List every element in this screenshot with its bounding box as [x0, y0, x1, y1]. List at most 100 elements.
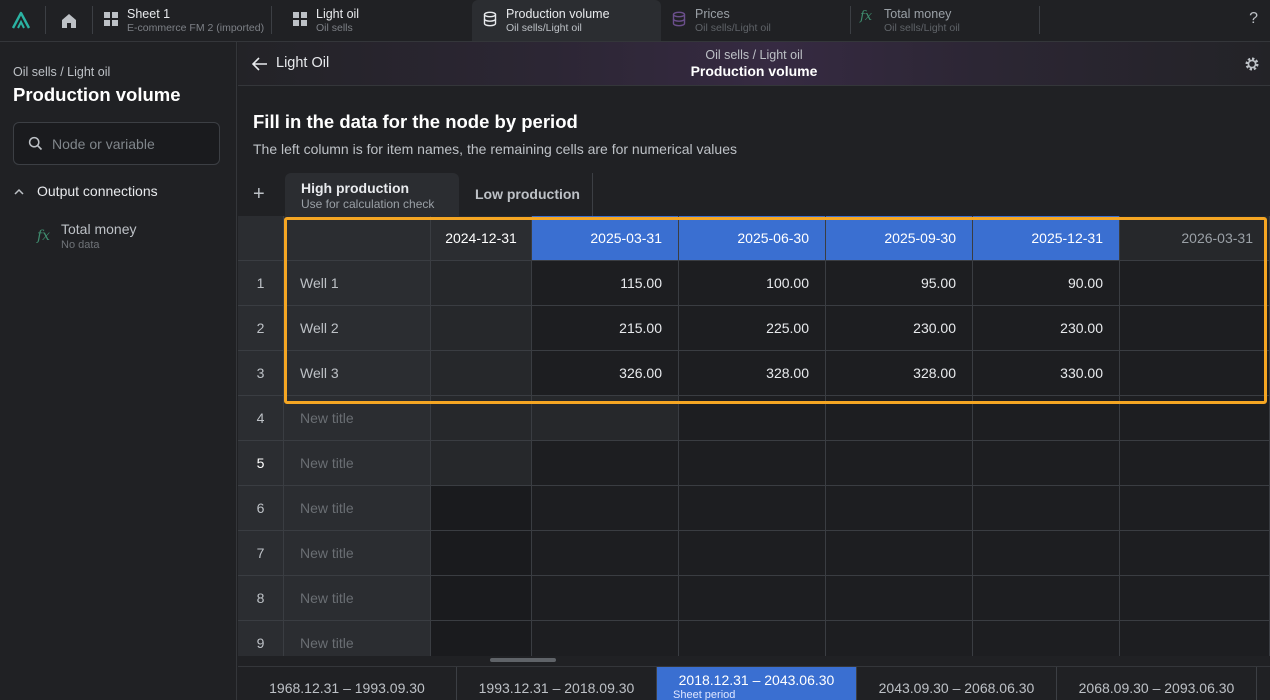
search-input[interactable]: [52, 123, 212, 164]
column-header[interactable]: 2025-09-30: [826, 216, 973, 261]
value-cell[interactable]: [826, 396, 973, 441]
row-number: 3: [238, 351, 284, 396]
value-cell[interactable]: [532, 486, 679, 531]
value-cell[interactable]: [431, 531, 532, 576]
value-cell[interactable]: 326.00: [532, 351, 679, 396]
app-logo-icon[interactable]: [10, 10, 32, 32]
row-number: 7: [238, 531, 284, 576]
value-cell[interactable]: [679, 576, 826, 621]
value-cell[interactable]: [826, 441, 973, 486]
value-cell[interactable]: [973, 576, 1120, 621]
value-cell[interactable]: [431, 576, 532, 621]
value-cell[interactable]: [826, 486, 973, 531]
page-subheading: The left column is for item names, the r…: [253, 141, 737, 157]
value-cell[interactable]: [973, 396, 1120, 441]
column-header[interactable]: 2026-03-31: [1120, 216, 1270, 261]
period-button[interactable]: 1993.12.31 – 2018.09.30: [457, 667, 657, 700]
value-cell[interactable]: 115.00: [532, 261, 679, 306]
value-cell[interactable]: [679, 396, 826, 441]
row-number: 8: [238, 576, 284, 621]
value-cell[interactable]: [1120, 621, 1270, 656]
value-cell[interactable]: [1120, 351, 1270, 396]
value-cell[interactable]: 100.00: [679, 261, 826, 306]
period-button[interactable]: 2068.09.30 – 2093.06.30: [1057, 667, 1257, 700]
value-cell[interactable]: [826, 621, 973, 656]
row-title-cell[interactable]: Well 3: [284, 351, 431, 396]
value-cell[interactable]: 90.00: [973, 261, 1120, 306]
value-cell[interactable]: [431, 306, 532, 351]
value-cell[interactable]: 328.00: [679, 351, 826, 396]
value-cell[interactable]: 230.00: [826, 306, 973, 351]
value-cell[interactable]: 230.00: [973, 306, 1120, 351]
row-number: 1: [238, 261, 284, 306]
connection-node-total-money[interactable]: fx Total money No data: [37, 220, 217, 254]
home-icon[interactable]: [58, 10, 80, 32]
value-cell[interactable]: [431, 351, 532, 396]
tab-high-production[interactable]: High production Use for calculation chec…: [285, 173, 459, 216]
value-cell[interactable]: [431, 486, 532, 531]
value-cell[interactable]: [532, 441, 679, 486]
value-cell[interactable]: [826, 576, 973, 621]
row-title-cell[interactable]: New title: [284, 621, 431, 656]
value-cell[interactable]: [431, 396, 532, 441]
row-title-cell[interactable]: New title: [284, 576, 431, 621]
row-title-cell[interactable]: New title: [284, 531, 431, 576]
row-title-cell[interactable]: New title: [284, 396, 431, 441]
tab-prices[interactable]: Prices Oil sells/Light oil: [661, 0, 849, 41]
period-button[interactable]: 2043.09.30 – 2068.06.30: [857, 667, 1057, 700]
value-cell[interactable]: [431, 621, 532, 656]
value-cell[interactable]: [826, 531, 973, 576]
output-connections-toggle[interactable]: Output connections: [13, 182, 223, 202]
period-label: 2068.09.30 – 2093.06.30: [1078, 680, 1235, 696]
value-cell[interactable]: [973, 486, 1120, 531]
value-cell[interactable]: [679, 531, 826, 576]
tab-sheet-1[interactable]: Sheet 1 E-commerce FM 2 (imported): [93, 0, 271, 41]
value-cell[interactable]: [973, 441, 1120, 486]
value-cell[interactable]: 330.00: [973, 351, 1120, 396]
column-header[interactable]: 2025-06-30: [679, 216, 826, 261]
tab-total-money[interactable]: fx Total money Oil sells/Light oil: [850, 0, 1039, 41]
row-title-cell[interactable]: Well 1: [284, 261, 431, 306]
row-title-cell[interactable]: Well 2: [284, 306, 431, 351]
gear-icon[interactable]: [1244, 56, 1260, 72]
value-cell[interactable]: [679, 486, 826, 531]
value-cell[interactable]: [532, 576, 679, 621]
column-header[interactable]: 2025-12-31: [973, 216, 1120, 261]
search-box[interactable]: [13, 122, 220, 165]
column-header[interactable]: 2025-03-31: [532, 216, 679, 261]
main-content: Fill in the data for the node by period …: [238, 86, 1270, 700]
value-cell[interactable]: 215.00: [532, 306, 679, 351]
value-cell[interactable]: [1120, 486, 1270, 531]
value-cell[interactable]: 225.00: [679, 306, 826, 351]
value-cell[interactable]: [1120, 531, 1270, 576]
value-cell[interactable]: [532, 531, 679, 576]
tab-production-volume[interactable]: Production volume Oil sells/Light oil: [472, 0, 661, 41]
row-title-cell[interactable]: New title: [284, 486, 431, 531]
value-cell[interactable]: [1120, 576, 1270, 621]
value-cell[interactable]: [679, 441, 826, 486]
tab-light-oil[interactable]: Light oil Oil sells: [282, 0, 462, 41]
tab-subtitle: E-commerce FM 2 (imported): [127, 22, 265, 34]
value-cell[interactable]: [973, 621, 1120, 656]
value-cell[interactable]: [431, 261, 532, 306]
column-header[interactable]: 2024-12-31: [431, 216, 532, 261]
help-icon[interactable]: ?: [1249, 10, 1258, 28]
value-cell[interactable]: 328.00: [826, 351, 973, 396]
value-cell[interactable]: 95.00: [826, 261, 973, 306]
period-button[interactable]: 1968.12.31 – 1993.09.30: [238, 667, 457, 700]
horizontal-scrollbar[interactable]: [490, 658, 556, 662]
value-cell[interactable]: [431, 441, 532, 486]
value-cell[interactable]: [1120, 396, 1270, 441]
value-cell[interactable]: [532, 621, 679, 656]
value-cell[interactable]: [679, 621, 826, 656]
row-title-cell[interactable]: New title: [284, 441, 431, 486]
value-cell[interactable]: [532, 396, 679, 441]
add-scenario-button[interactable]: +: [253, 183, 265, 206]
period-button[interactable]: 2018.12.31 – 2043.06.30 Sheet period: [657, 667, 857, 700]
value-cell[interactable]: [1120, 306, 1270, 351]
value-cell[interactable]: [1120, 261, 1270, 306]
value-cell[interactable]: [973, 531, 1120, 576]
tab-low-production[interactable]: Low production: [459, 173, 593, 216]
value-cell[interactable]: [1120, 441, 1270, 486]
header-breadcrumb: Oil sells / Light oil: [705, 48, 803, 62]
